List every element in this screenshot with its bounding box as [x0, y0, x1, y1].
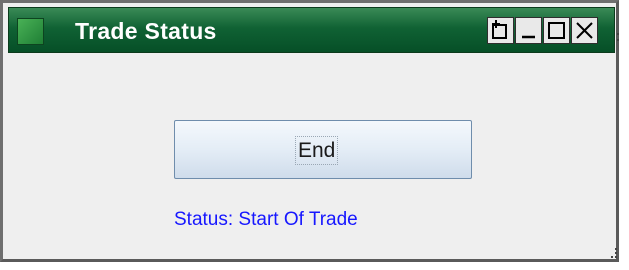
end-button-label: End	[295, 136, 339, 165]
status-text: Status: Start Of Trade	[174, 209, 358, 230]
minimize-icon	[522, 35, 535, 39]
app-icon	[17, 18, 44, 45]
float-button[interactable]	[487, 17, 514, 44]
minimize-button[interactable]	[515, 17, 542, 44]
title-bar[interactable]: Trade Status	[8, 7, 615, 53]
window-title: Trade Status	[75, 18, 217, 44]
trade-status-window: Trade Status End Status: Start Of Trade	[0, 0, 619, 262]
resize-grip-corner-icon[interactable]	[609, 248, 619, 260]
close-button[interactable]	[571, 17, 598, 44]
maximize-button[interactable]	[543, 17, 570, 44]
close-icon	[576, 22, 593, 39]
float-icon	[492, 20, 507, 39]
end-button[interactable]: End	[174, 120, 472, 179]
maximize-icon	[548, 22, 565, 39]
resize-grip-icon[interactable]	[616, 31, 622, 45]
